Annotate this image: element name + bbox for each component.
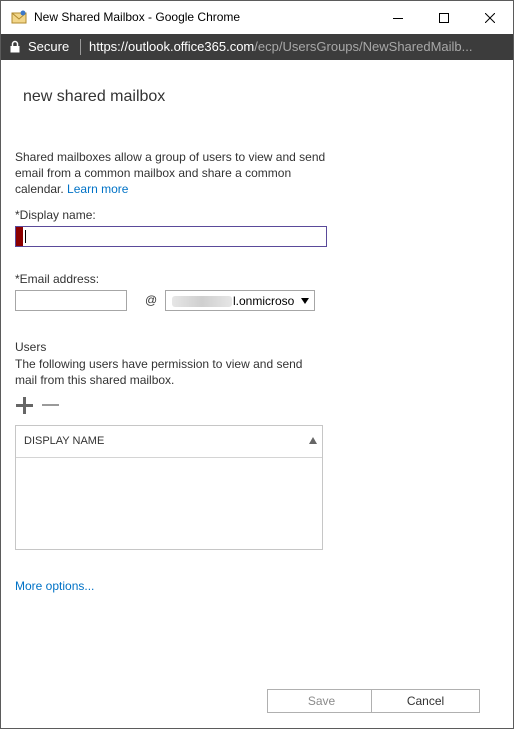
learn-more-link[interactable]: Learn more bbox=[67, 182, 128, 196]
secure-label: Secure bbox=[28, 39, 70, 54]
title-bar: New Shared Mailbox - Google Chrome bbox=[1, 1, 513, 34]
required-error-marker bbox=[16, 227, 23, 246]
minimize-icon bbox=[393, 17, 403, 19]
domain-value: l.onmicroso bbox=[233, 294, 295, 308]
triangle-up-icon bbox=[309, 437, 317, 444]
display-name-input[interactable] bbox=[15, 226, 327, 247]
address-separator bbox=[80, 39, 81, 55]
minus-icon[interactable] bbox=[42, 397, 59, 414]
intro-text: Shared mailboxes allow a group of users … bbox=[15, 150, 326, 196]
cancel-button[interactable]: Cancel bbox=[371, 689, 480, 713]
close-button[interactable] bbox=[467, 1, 513, 34]
email-address-label: *Email address: bbox=[15, 272, 100, 286]
intro-description: Shared mailboxes allow a group of users … bbox=[15, 149, 335, 197]
triangle-down-icon bbox=[301, 298, 309, 304]
at-sign: @ bbox=[145, 293, 158, 307]
lock-icon bbox=[10, 40, 20, 53]
table-header[interactable]: DISPLAY NAME bbox=[16, 426, 322, 458]
url-path: /ecp/UsersGroups/NewSharedMailb... bbox=[254, 39, 473, 54]
users-heading: Users bbox=[15, 340, 47, 354]
maximize-button[interactable] bbox=[421, 1, 467, 34]
redacted-domain bbox=[172, 296, 232, 307]
close-icon bbox=[485, 12, 495, 23]
url-text[interactable]: https://outlook.office365.com/ecp/UsersG… bbox=[89, 39, 472, 54]
text-caret bbox=[25, 230, 26, 243]
address-bar[interactable]: Secure https://outlook.office365.com/ecp… bbox=[1, 34, 513, 60]
url-host: outlook.office365.com bbox=[128, 39, 255, 54]
domain-dropdown[interactable]: l.onmicroso bbox=[165, 290, 315, 311]
plus-icon[interactable] bbox=[16, 397, 33, 414]
browser-window: New Shared Mailbox - Google Chrome Secur… bbox=[0, 0, 514, 729]
window-title: New Shared Mailbox - Google Chrome bbox=[34, 10, 241, 24]
users-description: The following users have permission to v… bbox=[15, 357, 303, 387]
email-alias-input[interactable] bbox=[15, 290, 127, 311]
users-table: DISPLAY NAME bbox=[15, 425, 323, 550]
url-scheme: https:// bbox=[89, 39, 129, 54]
minimize-button[interactable] bbox=[375, 1, 421, 34]
page-title: new shared mailbox bbox=[23, 88, 166, 105]
save-button[interactable]: Save bbox=[267, 689, 376, 713]
maximize-icon bbox=[439, 12, 449, 23]
column-display-name: DISPLAY NAME bbox=[24, 435, 105, 447]
more-options-link[interactable]: More options... bbox=[15, 579, 94, 593]
display-name-label: *Display name: bbox=[15, 208, 96, 222]
mailbox-icon bbox=[11, 10, 27, 24]
